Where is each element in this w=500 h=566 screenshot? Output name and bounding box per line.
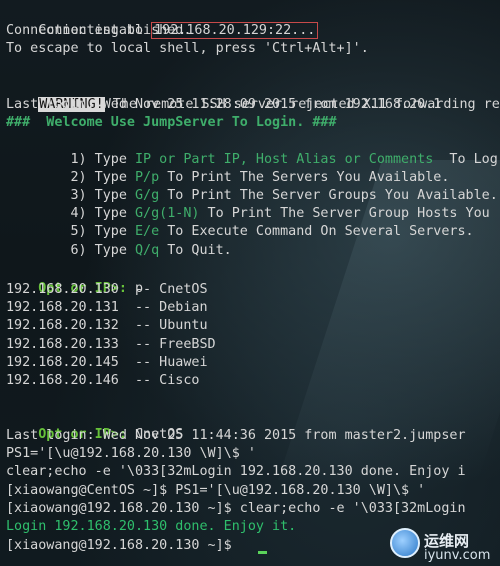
host-row: 192.168.20.130 -- CnetOS: [6, 282, 208, 297]
shell-line-3[interactable]: [xiaowang@192.168.20.130 ~]$: [6, 537, 240, 555]
shell-line-1: [xiaowang@CentOS ~]$ PS1='[\u@192.168.20…: [6, 483, 426, 498]
prompt-line-1: Opt or IP>: p: [6, 262, 143, 296]
menu-text: To Quit.: [159, 243, 232, 258]
site-logo-icon: [390, 528, 420, 558]
escape-hint-line: To escape to local shell, press 'Ctrl+Al…: [6, 41, 369, 56]
echo-command-line: clear;echo -e '\033[32mLogin 192.168.20.…: [6, 464, 466, 479]
connecting-line: Connecting to 192.168.20.129:22...: [6, 4, 319, 39]
host-row: 192.168.20.146 -- Cisco: [6, 373, 200, 388]
ps1-command-line: PS1='[\u@192.168.20.130 \W]\$ ': [6, 446, 256, 461]
welcome-banner: ### Welcome Use JumpServer To Login. ###: [6, 115, 337, 130]
host-row: 192.168.20.145 -- Huawei: [6, 355, 208, 370]
menu-item-2: 2) Type P/p To Print The Servers You Ava…: [6, 151, 449, 185]
menu-item-5: 5) Type E/e To Execute Command On Severa…: [6, 205, 473, 239]
menu-key: Q/q: [135, 243, 160, 258]
site-watermark: 运维网 iyunv.com: [384, 506, 500, 566]
host-row: 192.168.20.133 -- FreeBSD: [6, 337, 216, 352]
menu-item-6: 6) Type Q/q To Quit.: [6, 224, 231, 258]
host-row: 192.168.20.131 -- Debian: [6, 300, 208, 315]
menu-item-4: 4) Type G/g(1-N) To Print The Server Gro…: [6, 187, 489, 221]
watermark-url: iyunv.com: [424, 548, 491, 563]
terminal-cursor: [258, 551, 267, 554]
ssh-terminal[interactable]: Connecting to 192.168.20.129:22... Conne…: [0, 0, 500, 566]
host-row: 192.168.20.132 -- Ubuntu: [6, 318, 208, 333]
menu-item-3: 3) Type G/g To Print The Server Groups Y…: [6, 169, 497, 203]
established-line: Connection established.: [6, 23, 192, 38]
warning-line: WARNING! The remote SSH server rejected …: [6, 78, 500, 112]
login-done-message: Login 192.168.20.130 done. Enjoy it.: [6, 519, 297, 534]
prompt-line-2: Opt or IP>: CnetOS: [6, 408, 183, 442]
menu-item-1: 1) Type IP or Part IP, Host Alias or Com…: [6, 133, 497, 167]
last-login-line-1: Last login: Wed Nov 25 11:28:09 2015 fro…: [6, 97, 442, 112]
last-login-line-2: Last login: Wed Nov 25 11:44:36 2015 fro…: [6, 428, 466, 443]
menu-prefix: 6) Type: [38, 243, 135, 258]
